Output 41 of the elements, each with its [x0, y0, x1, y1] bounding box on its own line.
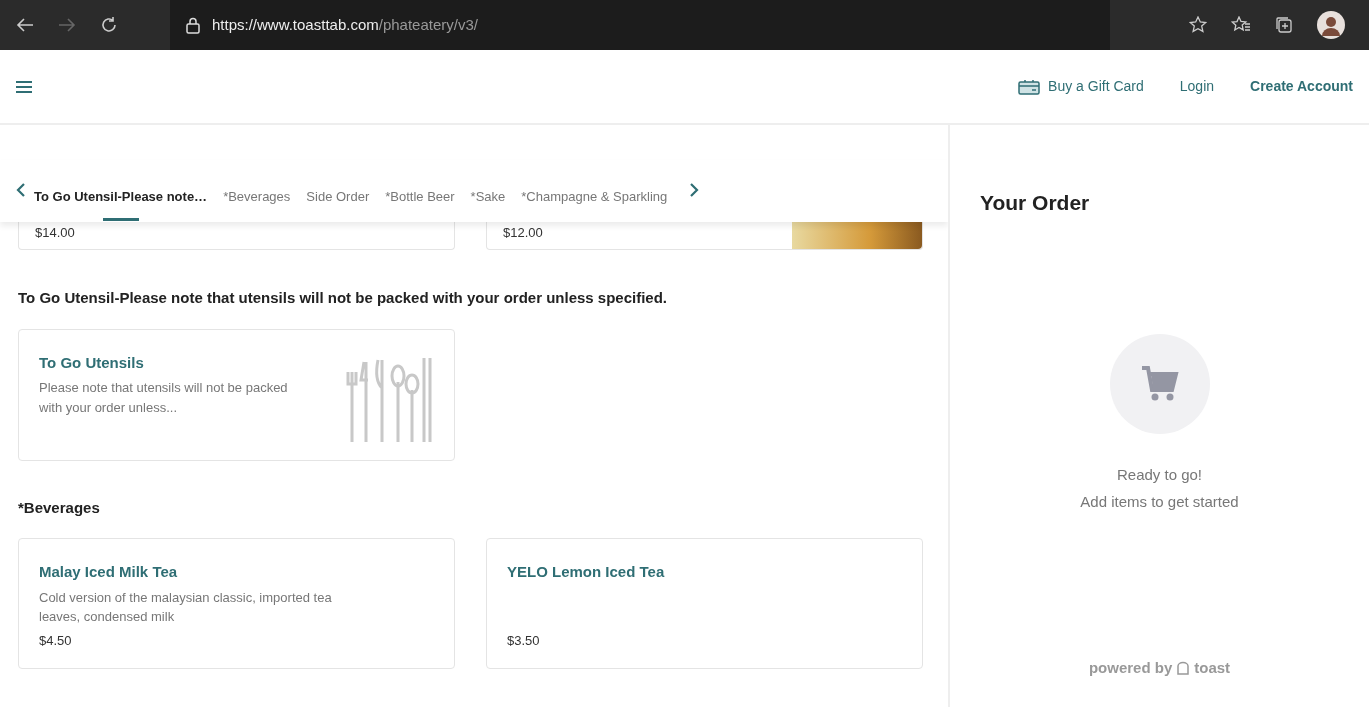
collections-icon[interactable] — [1275, 16, 1293, 34]
powered-by-text: powered by — [1088, 657, 1173, 678]
section-title: *Beverages — [18, 497, 101, 518]
chevron-right-icon[interactable] — [689, 182, 700, 198]
address-bar[interactable]: https://www.toasttab.com/phateatery/v3/ — [212, 13, 478, 37]
item-name: Malay Iced Milk Tea — [39, 562, 179, 582]
item-price: $3.50 — [507, 631, 541, 650]
menu-card[interactable]: YELO Lemon Iced Tea $3.50 — [486, 538, 923, 669]
gift-card-icon — [1018, 78, 1041, 95]
chevron-left-icon[interactable] — [16, 182, 26, 198]
category-tab[interactable]: *Bottle Beer — [385, 187, 455, 221]
toast-logo-icon — [1176, 660, 1191, 675]
category-tab[interactable]: *Beverages — [223, 187, 291, 221]
category-tab[interactable]: *Champagne & Sparkling — [521, 187, 668, 221]
profile-avatar-icon[interactable] — [1317, 11, 1345, 39]
star-icon[interactable] — [1189, 16, 1207, 34]
create-account-link[interactable]: Create Account — [1250, 76, 1353, 97]
brand-name: toast — [1194, 657, 1231, 678]
category-tab[interactable]: *Sake — [470, 187, 506, 221]
item-price: $4.50 — [39, 631, 73, 650]
lock-icon — [186, 16, 200, 34]
item-name: To Go Utensils — [39, 352, 145, 373]
menu-icon[interactable] — [16, 80, 32, 93]
empty-cart-message: Add items to get started — [1080, 491, 1239, 512]
item-price: $14.00 — [34, 224, 76, 242]
category-tab[interactable]: Side Order — [306, 187, 370, 221]
order-title: Your Order — [980, 190, 1090, 216]
favorites-icon[interactable] — [1231, 16, 1251, 34]
item-description: Please note that utensils will not be packed with your order unless... — [39, 379, 289, 417]
empty-cart-title: Ready to go! — [1115, 464, 1203, 485]
menu-card[interactable]: Malay Iced Milk Tea Cold version of the malaysian classic, imported tea leaves, condensed milk $4.50 — [18, 538, 455, 669]
reload-icon[interactable] — [100, 16, 118, 34]
item-name: YELO Lemon Iced Tea — [507, 562, 665, 582]
back-arrow-icon[interactable] — [16, 17, 34, 33]
gift-card-link[interactable]: Buy a Gift Card — [1018, 76, 1144, 97]
item-price: $12.00 — [502, 224, 544, 242]
forward-arrow-icon[interactable] — [58, 17, 76, 33]
menu-card[interactable]: To Go Utensils Please note that utensils will not be packed with your order unless... — [18, 328, 455, 461]
item-description: Cold version of the malaysian classic, imported tea leaves, condensed milk — [39, 588, 333, 626]
section-title: To Go Utensil-Please note that utensils will not be packed with your order unless specified. — [18, 288, 668, 308]
login-link[interactable]: Login — [1179, 76, 1215, 97]
